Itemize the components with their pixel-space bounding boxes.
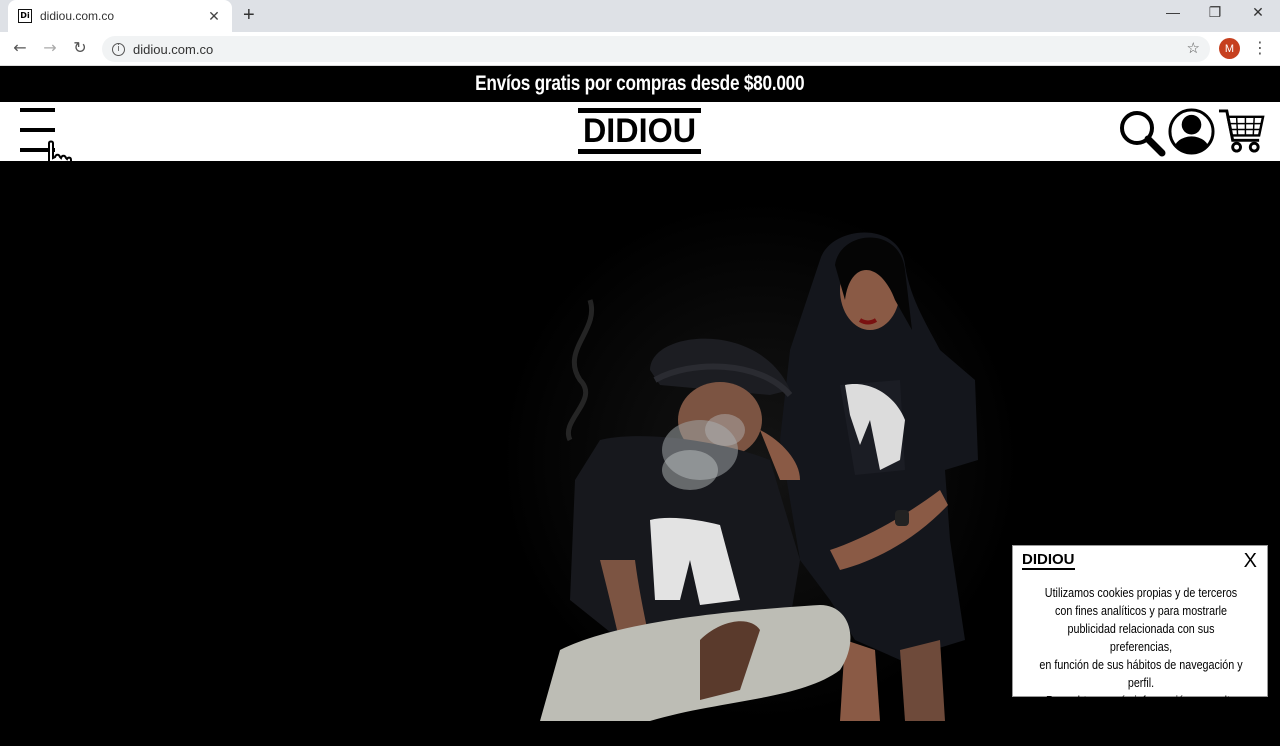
cookie-line: publicidad relacionada con sus preferenc… — [1067, 622, 1215, 654]
address-bar[interactable]: i didiou.com.co ☆ — [102, 36, 1210, 62]
bookmark-star-icon[interactable]: ☆ — [1187, 39, 1200, 57]
cookie-line: Para obtener más información, consulte n… — [1045, 694, 1237, 726]
shopping-cart-icon[interactable] — [1218, 108, 1265, 155]
url-text: didiou.com.co — [133, 41, 214, 57]
browser-toolbar: ← → ↻ i didiou.com.co ☆ — [0, 32, 1280, 66]
minimize-window-icon[interactable]: — — [1150, 4, 1196, 20]
cookie-consent-popup: DIDIOU X Utilizamos cookies propias y de… — [1012, 545, 1268, 744]
forward-icon[interactable]: → — [39, 38, 61, 57]
close-window-icon[interactable]: ✕ — [1235, 4, 1280, 21]
cookie-line: Utilizamos cookies propias y de terceros — [1044, 586, 1238, 600]
cookie-close-button[interactable]: X — [1244, 550, 1257, 572]
cookie-popup-logo: DIDIOU — [1022, 551, 1075, 570]
site-logo[interactable]: DIDIOU — [578, 108, 701, 154]
site-favicon-icon: Di — [18, 9, 32, 23]
new-tab-button[interactable]: + — [243, 5, 255, 25]
cookie-policy-link[interactable]: Política de cookies. — [1036, 728, 1246, 746]
browser-tab-strip: Di didiou.com.co ✕ + — ❐ ✕ — [0, 0, 1280, 32]
cookie-line: con fines analíticos y para mostrarle — [1054, 604, 1228, 618]
search-icon[interactable] — [1118, 109, 1166, 157]
promo-banner: Envíos gratis por compras desde $80.000 — [0, 66, 1280, 102]
cookie-message: Utilizamos cookies propias y de terceros… — [1036, 584, 1246, 746]
tab-title: didiou.com.co — [40, 9, 115, 23]
user-account-icon[interactable] — [1168, 108, 1215, 155]
cookie-line: en función de sus hábitos de navegación … — [1039, 658, 1243, 690]
site-header: DIDIOU — [0, 102, 1280, 183]
tab-close-icon[interactable]: ✕ — [206, 8, 222, 25]
restore-window-icon[interactable]: ❐ — [1192, 4, 1238, 21]
browser-tab[interactable]: Di didiou.com.co ✕ — [8, 0, 232, 32]
browser-menu-icon[interactable]: ⋮ — [1252, 38, 1268, 57]
reload-icon[interactable]: ↻ — [69, 38, 91, 57]
profile-avatar[interactable]: M — [1219, 38, 1240, 59]
promo-text: Envíos gratis por compras desde $80.000 — [475, 72, 805, 95]
back-icon[interactable]: ← — [9, 38, 31, 57]
site-info-icon[interactable]: i — [112, 42, 125, 56]
